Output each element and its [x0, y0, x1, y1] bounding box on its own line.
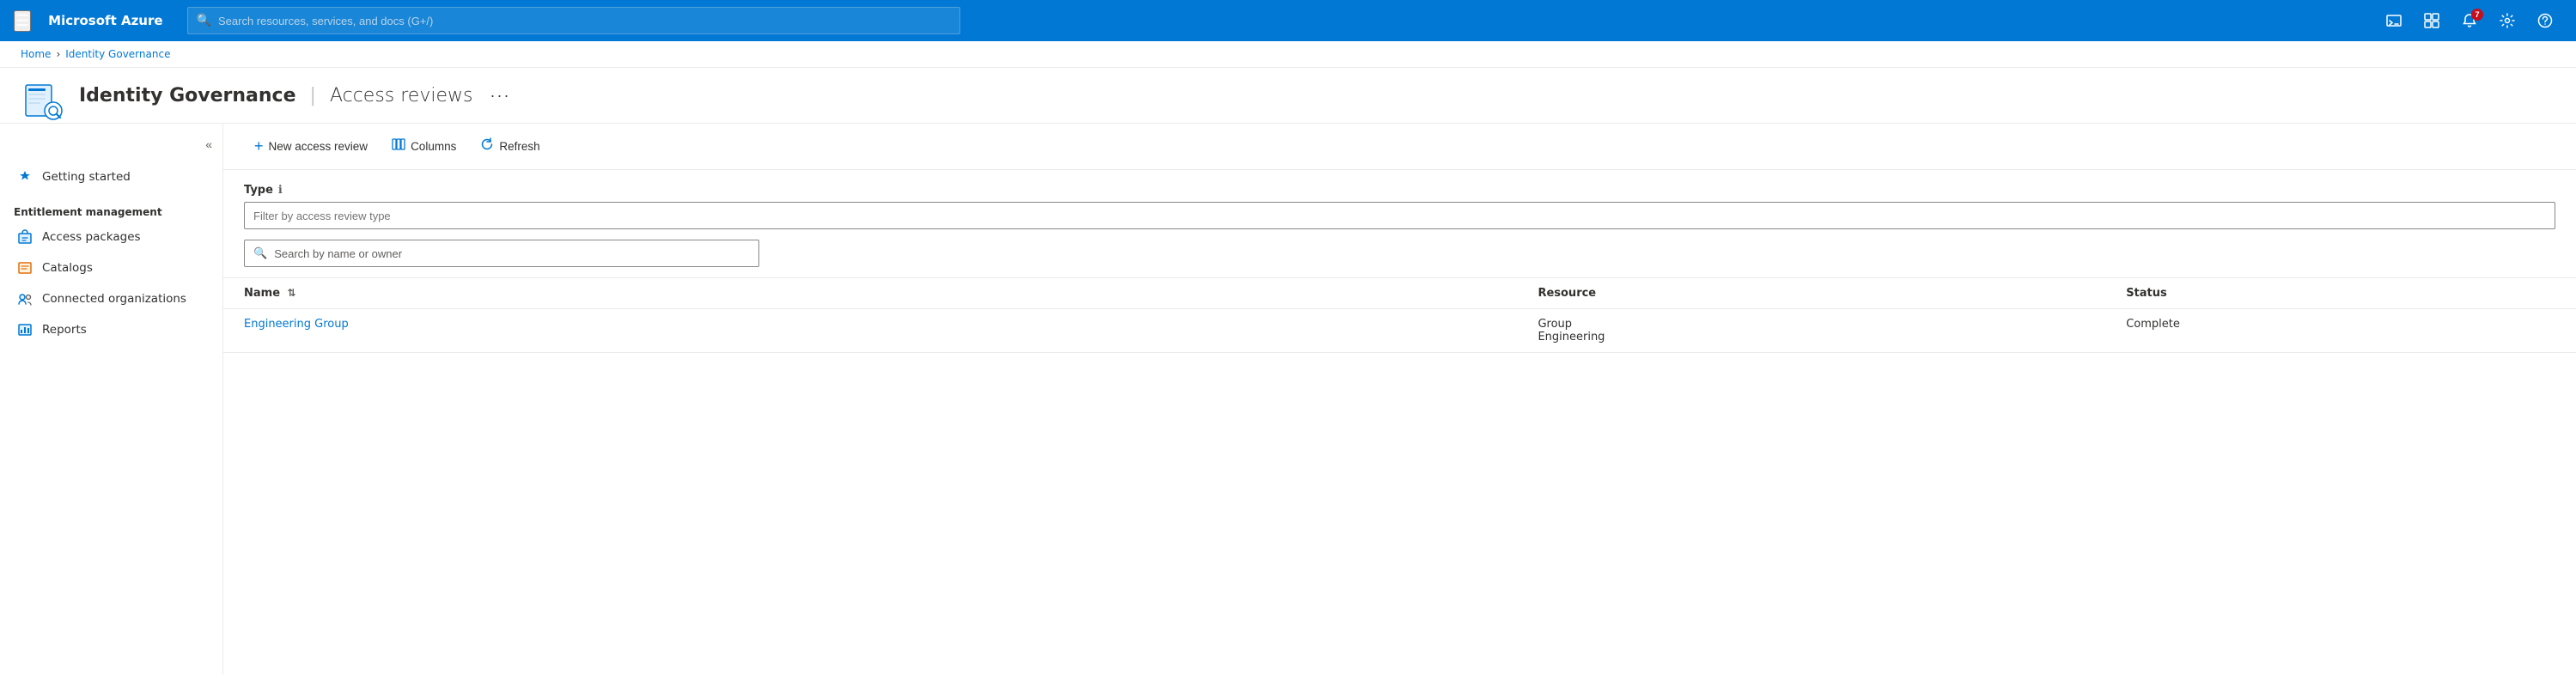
sidebar-section-entitlement: Entitlement management [0, 192, 222, 222]
search-input-inner: 🔍 [244, 240, 759, 267]
refresh-button[interactable]: Refresh [470, 132, 550, 161]
sidebar-item-label: Access packages [42, 230, 141, 244]
sidebar-item-label: Getting started [42, 170, 131, 184]
portal-button[interactable] [2415, 3, 2449, 38]
page-title: Identity Governance [79, 85, 296, 106]
sidebar: « Getting started Entitlement management… [0, 124, 223, 675]
breadcrumb-identity-governance[interactable]: Identity Governance [65, 48, 170, 60]
sidebar-item-reports[interactable]: Reports [0, 314, 222, 345]
notification-badge: 7 [2471, 9, 2483, 21]
cloud-shell-button[interactable] [2377, 3, 2411, 38]
search-input[interactable] [274, 247, 750, 260]
resource-line1: Group [1538, 318, 2085, 331]
columns-label: Columns [411, 140, 456, 153]
sort-icon: ⇅ [288, 287, 296, 299]
cell-resource: Group Engineering [1517, 309, 2105, 353]
page-subtitle: Access reviews [330, 85, 473, 106]
column-resource: Resource [1517, 278, 2105, 309]
sidebar-item-connected-organizations[interactable]: Connected organizations [0, 283, 222, 314]
reports-icon [16, 321, 33, 338]
column-name[interactable]: Name ⇅ [223, 278, 1517, 309]
catalogs-icon [16, 259, 33, 277]
refresh-icon [480, 137, 494, 155]
sidebar-item-access-packages[interactable]: Access packages [0, 222, 222, 252]
plus-icon: + [254, 137, 264, 155]
sidebar-item-label: Connected organizations [42, 292, 186, 306]
global-search-input[interactable] [218, 15, 951, 27]
hamburger-menu-button[interactable]: ☰ [14, 10, 31, 32]
new-access-review-button[interactable]: + New access review [244, 132, 378, 161]
cell-name: Engineering Group [223, 309, 1517, 353]
brand-name: Microsoft Azure [48, 13, 162, 28]
filter-type-label: Type ℹ [244, 184, 2555, 197]
more-options-button[interactable]: ··· [483, 83, 517, 108]
top-navigation: ☰ Microsoft Azure 🔍 7 [0, 0, 2576, 41]
access-packages-icon [16, 228, 33, 246]
refresh-label: Refresh [499, 140, 539, 153]
page-header-text: Identity Governance | Access reviews ··· [79, 83, 517, 119]
search-wrap: 🔍 [223, 236, 2576, 278]
sidebar-item-catalogs[interactable]: Catalogs [0, 252, 222, 283]
info-icon: ℹ [278, 184, 283, 197]
breadcrumb: Home › Identity Governance [0, 41, 2576, 68]
cell-status: Complete [2105, 309, 2576, 353]
sidebar-item-label: Catalogs [42, 261, 93, 275]
global-search-bar: 🔍 [187, 7, 960, 34]
breadcrumb-home[interactable]: Home [21, 48, 51, 60]
table-row[interactable]: Engineering Group Group Engineering Comp… [223, 309, 2576, 353]
sidebar-collapse: « [0, 131, 222, 161]
notifications-button[interactable]: 7 [2452, 3, 2487, 38]
toolbar: + New access review Columns Refresh [223, 124, 2576, 170]
table-body: Engineering Group Group Engineering Comp… [223, 309, 2576, 353]
nav-icon-group: 7 [2377, 3, 2562, 38]
sidebar-item-label: Reports [42, 323, 87, 337]
column-status: Status [2105, 278, 2576, 309]
breadcrumb-separator-1: › [56, 48, 60, 60]
getting-started-icon [16, 168, 33, 185]
filter-type-input[interactable] [244, 202, 2555, 229]
settings-button[interactable] [2490, 3, 2524, 38]
columns-button[interactable]: Columns [381, 132, 466, 161]
columns-icon [392, 137, 405, 155]
help-button[interactable] [2528, 3, 2562, 38]
filter-section: Type ℹ [223, 170, 2576, 236]
new-access-review-label: New access review [269, 140, 368, 153]
sidebar-item-getting-started[interactable]: Getting started [0, 161, 222, 192]
connected-organizations-icon [16, 290, 33, 307]
search-icon: 🔍 [197, 14, 211, 27]
table-header: Name ⇅ Resource Status [223, 278, 2576, 309]
main-layout: « Getting started Entitlement management… [0, 124, 2576, 675]
row-name-link[interactable]: Engineering Group [244, 318, 349, 331]
header-divider: | [310, 85, 316, 106]
page-header: Identity Governance | Access reviews ··· [0, 68, 2576, 124]
page-icon [21, 78, 65, 123]
search-icon: 🔍 [253, 247, 267, 260]
content-area: + New access review Columns Refresh Type… [223, 124, 2576, 675]
access-reviews-table: Name ⇅ Resource Status Engineering Group… [223, 278, 2576, 353]
collapse-sidebar-button[interactable]: « [202, 134, 216, 155]
resource-line2: Engineering [1538, 331, 2085, 344]
